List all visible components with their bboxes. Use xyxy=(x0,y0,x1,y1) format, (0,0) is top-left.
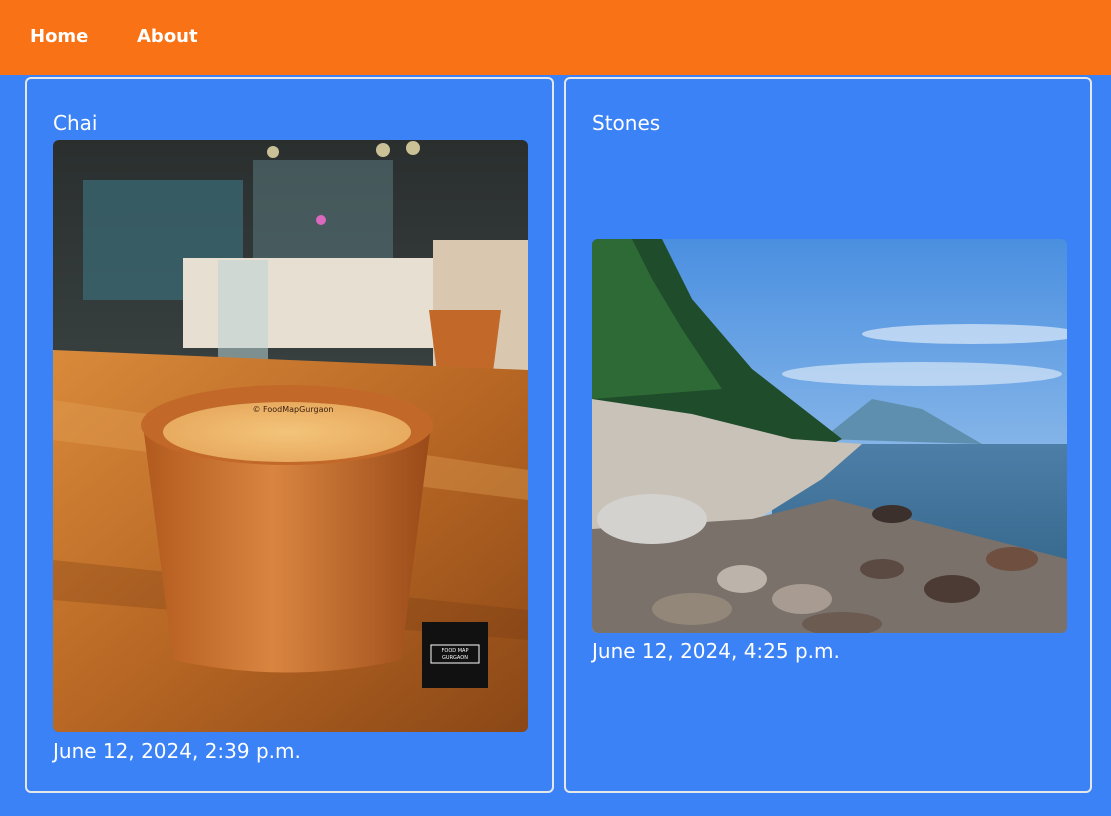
post-date: June 12, 2024, 2:39 p.m. xyxy=(53,739,301,763)
post-image-stones[interactable] xyxy=(592,239,1067,633)
nav-home-link[interactable]: Home xyxy=(30,26,88,47)
post-date: June 12, 2024, 4:25 p.m. xyxy=(592,639,840,663)
logo-line-1: FOOD MAP xyxy=(442,648,469,654)
post-title: Chai xyxy=(53,111,98,135)
post-title: Stones xyxy=(592,111,661,135)
logo-line-2: GURGAON xyxy=(442,655,468,661)
top-navbar: Home About xyxy=(0,0,1111,75)
post-card-chai[interactable]: Chai © FoodMapGurgaon FOOD MAP GURGAON J… xyxy=(25,77,554,793)
chai-watermark: © FoodMapGurgaon xyxy=(253,405,334,414)
post-card-stones[interactable]: Stones June 12, 2024, 4:25 p.m. xyxy=(564,77,1092,793)
nav-about-link[interactable]: About xyxy=(137,26,198,47)
post-image-chai[interactable]: © FoodMapGurgaon FOOD MAP GURGAON xyxy=(53,140,528,732)
